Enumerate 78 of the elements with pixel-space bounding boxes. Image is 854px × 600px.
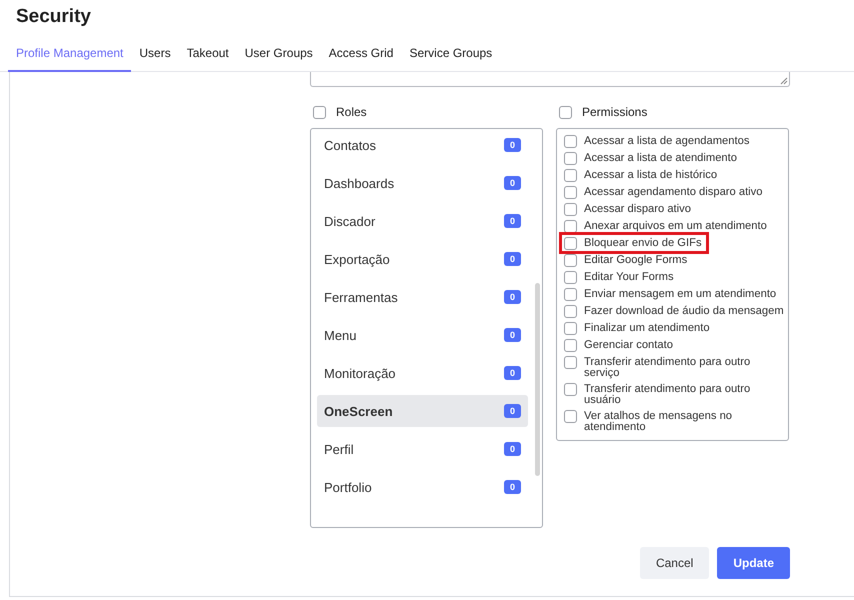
checkbox[interactable] <box>559 106 572 118</box>
role-item[interactable]: Contatos 0 <box>317 129 528 161</box>
role-name: Portfolio <box>324 480 372 494</box>
role-name: Exportação <box>324 252 390 266</box>
permission-label: Enviar mensagem em um atendimento <box>584 289 776 300</box>
count-badge: 0 <box>504 252 521 266</box>
role-name: OneScreen <box>324 404 393 418</box>
count-badge: 0 <box>504 442 521 456</box>
role-name: Perfil <box>324 442 354 456</box>
role-name: Ferramentas <box>324 290 398 304</box>
checkbox[interactable] <box>564 339 577 352</box>
resize-handle-icon[interactable] <box>780 77 788 85</box>
count-badge: 0 <box>504 404 521 418</box>
page-title: Security <box>15 5 92 29</box>
count-badge: 0 <box>504 176 521 190</box>
role-item[interactable]: Discador 0 <box>317 205 528 237</box>
permission-label: Transferir atendimento para outro usuário <box>584 384 752 406</box>
permission-label: Transferir atendimento para outro serviço <box>584 357 752 379</box>
permission-label: Acessar a lista de agendamentos <box>584 136 750 147</box>
checkbox[interactable] <box>564 288 577 301</box>
count-badge: 0 <box>504 480 521 494</box>
role-name: Menu <box>324 328 357 342</box>
role-item[interactable]: Monitoração 0 <box>317 357 528 389</box>
permission-label: Acessar a lista de atendimento <box>584 153 737 164</box>
tab[interactable]: Service Groups <box>401 46 500 72</box>
permission-label: Gerenciar contato <box>584 340 673 351</box>
count-badge: 0 <box>504 138 521 152</box>
role-item[interactable]: Exportação 0 <box>317 243 528 275</box>
role-item[interactable]: OneScreen 0 <box>317 395 528 427</box>
count-badge: 0 <box>504 290 521 304</box>
checkbox[interactable] <box>564 410 577 423</box>
role-item[interactable]: Menu 0 <box>317 319 528 351</box>
text-area[interactable] <box>310 72 790 87</box>
cancel-button[interactable]: Cancel <box>640 547 710 579</box>
checkbox[interactable] <box>564 322 577 335</box>
permission-label: Editar Google Forms <box>584 255 688 266</box>
checkbox[interactable] <box>564 135 577 148</box>
checkbox[interactable] <box>564 356 577 369</box>
role-name: Monitoração <box>324 366 396 380</box>
tab[interactable]: Users <box>131 46 179 72</box>
checkbox[interactable] <box>564 305 577 318</box>
checkbox[interactable] <box>564 383 577 396</box>
role-item[interactable]: Portfolio 0 <box>317 471 528 503</box>
permission-label: Bloquear envio de GIFs <box>584 238 702 249</box>
permission-label: Acessar disparo ativo <box>584 204 691 215</box>
roles-label: Roles <box>336 105 367 119</box>
scrollbar-thumb[interactable] <box>535 283 540 476</box>
role-item[interactable]: Ferramentas 0 <box>317 281 528 313</box>
permission-label: Fazer download de áudio da mensagem <box>584 306 784 317</box>
update-button[interactable]: Update <box>717 547 790 579</box>
permissions-label: Permissions <box>582 105 648 119</box>
tab[interactable]: User Groups <box>236 46 321 72</box>
tab[interactable]: Profile Management <box>8 46 132 72</box>
count-badge: 0 <box>504 328 521 342</box>
role-item[interactable]: Dashboards 0 <box>317 167 528 199</box>
role-name: Dashboards <box>324 176 394 190</box>
checkbox[interactable] <box>564 220 577 233</box>
role-name: Contatos <box>324 138 376 152</box>
count-badge: 0 <box>504 366 521 380</box>
checkbox[interactable] <box>564 254 577 267</box>
permission-label: Anexar arquivos em um atendimento <box>584 221 767 232</box>
permission-label: Finalizar um atendimento <box>584 323 710 334</box>
permission-label: Acessar agendamento disparo ativo <box>584 187 762 198</box>
permission-label: Ver atalhos de mensagens no atendimento <box>584 411 734 433</box>
role-item[interactable]: Perfil 0 <box>317 433 528 465</box>
checkbox[interactable] <box>564 271 577 284</box>
checkbox[interactable] <box>313 106 326 118</box>
permission-label: Acessar a lista de histórico <box>584 170 718 181</box>
count-badge: 0 <box>504 214 521 228</box>
tab[interactable]: Access Grid <box>320 46 402 72</box>
checkbox[interactable] <box>564 152 577 165</box>
permission-label: Editar Your Forms <box>584 272 674 283</box>
tab[interactable]: Takeout <box>178 46 237 72</box>
checkbox[interactable] <box>564 237 577 250</box>
checkbox[interactable] <box>564 203 577 216</box>
checkbox[interactable] <box>564 169 577 182</box>
checkbox[interactable] <box>564 186 577 199</box>
role-name: Discador <box>324 214 376 228</box>
